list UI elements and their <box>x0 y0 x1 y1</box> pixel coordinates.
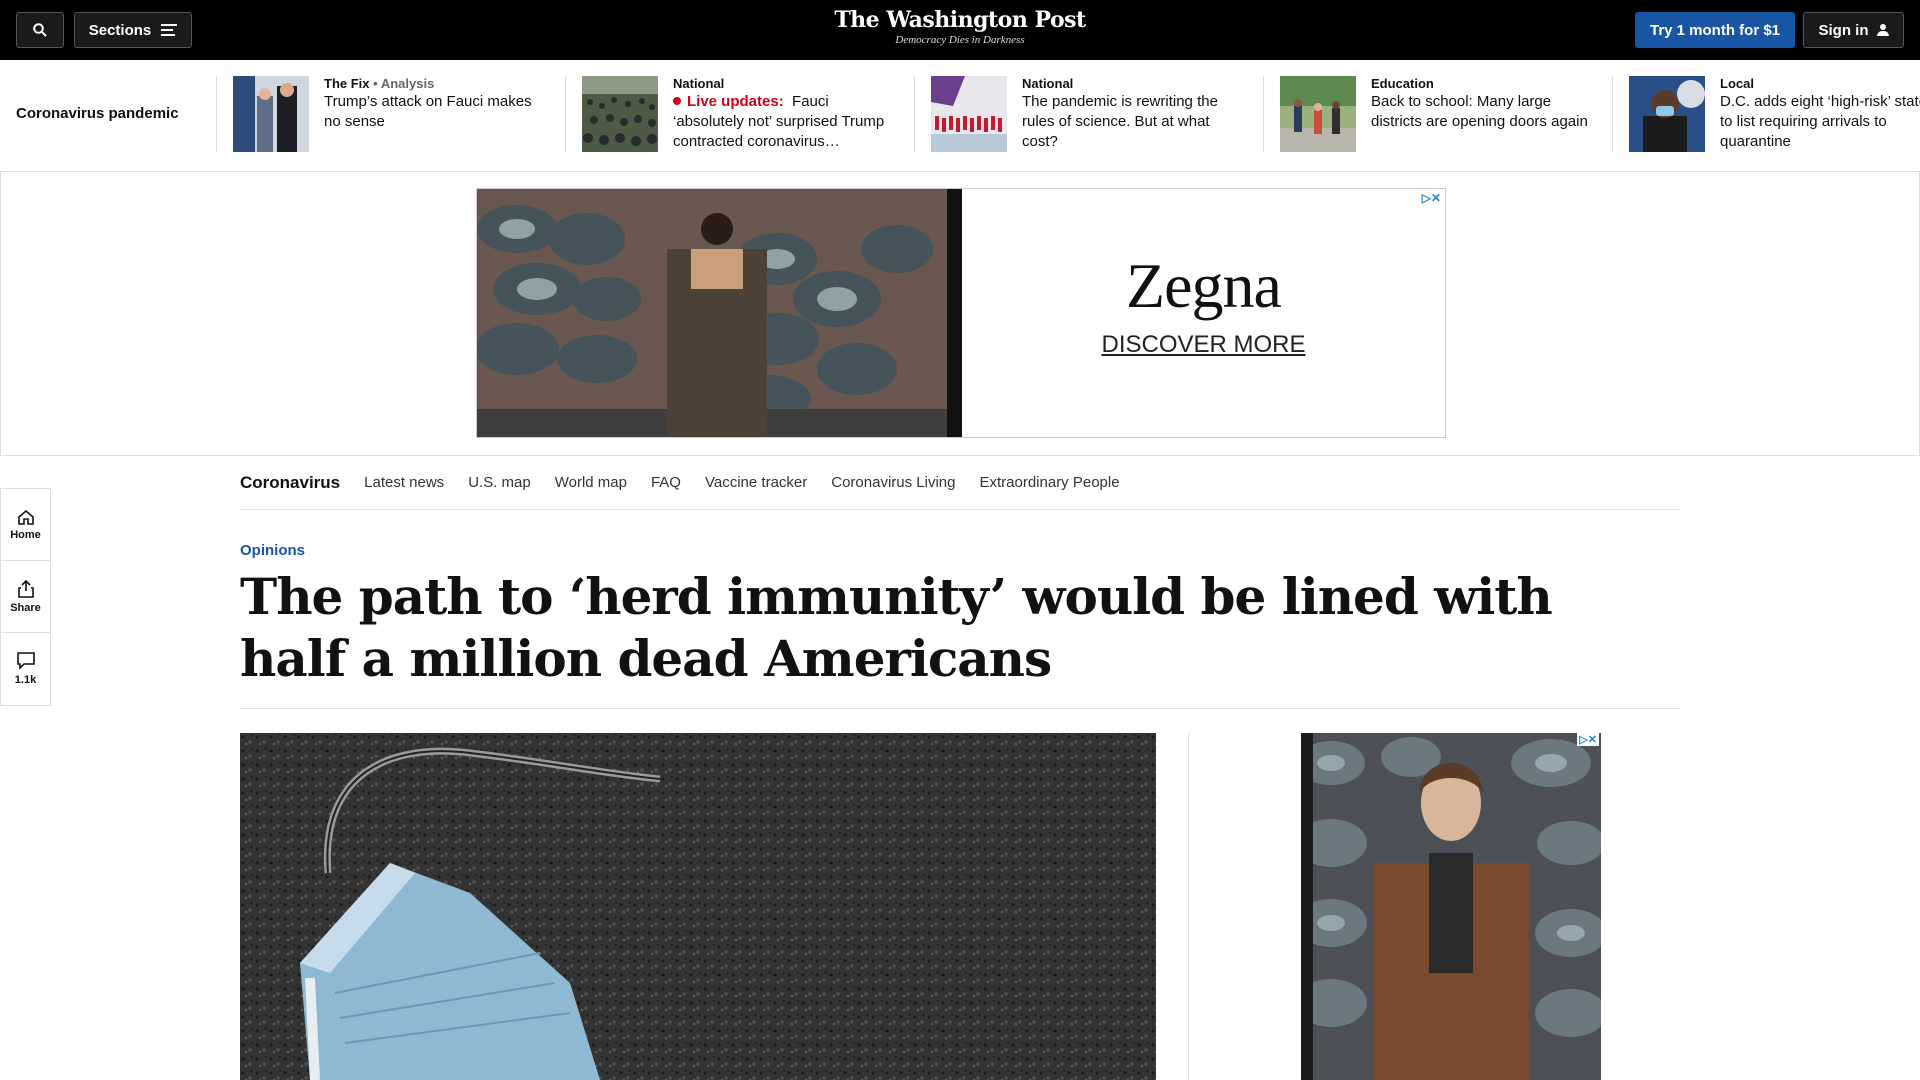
strip-headline[interactable]: The pandemic is rewriting the rules of s… <box>1022 92 1244 152</box>
hero-image <box>240 733 1156 1080</box>
ad-banner: Zegna DISCOVER MORE ▷✕ <box>0 172 1920 456</box>
strip-analysis-label: • Analysis <box>373 76 435 91</box>
column-divider <box>1188 733 1189 1080</box>
ad-image[interactable] <box>477 189 962 437</box>
strip-item[interactable]: National Live updates: Fauci ‘absolutely… <box>565 76 895 152</box>
search-button[interactable] <box>16 12 64 48</box>
sections-label: Sections <box>88 21 152 39</box>
section-nav-brand[interactable]: Coronavirus <box>240 473 340 493</box>
strip-headline[interactable]: Trump’s attack on Fauci makes no sense <box>324 92 546 132</box>
strip-kicker[interactable]: The Fix <box>324 76 370 91</box>
trending-strip: Coronavirus pandemic The Fix • Analysis … <box>0 60 1920 172</box>
ad-cta-link[interactable]: DISCOVER MORE <box>1101 331 1305 359</box>
comment-icon <box>16 652 35 670</box>
strip-kicker[interactable]: Education <box>1371 76 1593 92</box>
strip-headline[interactable]: D.C. adds eight ‘high-risk’ states to li… <box>1720 92 1920 152</box>
strip-kicker[interactable]: National <box>673 76 895 92</box>
top-bar: Sections The Washington Post Democracy D… <box>0 0 1920 60</box>
school-thumbnail[interactable] <box>1280 76 1356 152</box>
article-headline: The path to ‘herd immunity’ would be lin… <box>240 567 1553 688</box>
strip-item[interactable]: Local D.C. adds eight ‘high-risk’ states… <box>1612 76 1920 152</box>
ad-brand-name[interactable]: Zegna <box>962 249 1445 323</box>
comment-count: 1.1k <box>14 674 37 686</box>
lab-thumbnail[interactable] <box>931 76 1007 152</box>
share-button[interactable]: Share <box>1 561 50 633</box>
section-nav-link[interactable]: FAQ <box>651 474 681 491</box>
sections-button[interactable]: Sections <box>74 12 192 48</box>
strip-kicker[interactable]: Local <box>1720 76 1920 92</box>
side-ad-choices-icon[interactable]: ▷✕ <box>1577 733 1599 746</box>
masthead[interactable]: The Washington Post Democracy Dies in Da… <box>760 4 1160 46</box>
section-nav-link[interactable]: Coronavirus Living <box>831 474 955 491</box>
person-icon <box>1876 24 1889 36</box>
sign-in-button[interactable]: Sign in <box>1803 12 1904 48</box>
strip-title[interactable]: Coronavirus pandemic <box>16 105 179 122</box>
fauci-thumbnail[interactable] <box>233 76 309 152</box>
share-label: Share <box>10 601 41 614</box>
crowd-thumbnail[interactable] <box>582 76 658 152</box>
left-rail: Home Share 1.1k <box>0 488 51 706</box>
hamburger-icon <box>161 21 178 39</box>
section-nav-link[interactable]: World map <box>555 474 627 491</box>
ad-brand-panel[interactable]: Zegna DISCOVER MORE <box>962 189 1445 437</box>
share-icon <box>17 579 34 598</box>
sign-in-label: Sign in <box>1818 21 1869 39</box>
home-label: Home <box>10 528 41 541</box>
home-button[interactable]: Home <box>1 489 50 561</box>
side-ad[interactable]: ▷✕ <box>1301 733 1601 1080</box>
ad-box[interactable]: Zegna DISCOVER MORE ▷✕ <box>476 188 1446 438</box>
logo[interactable]: The Washington Post <box>760 4 1160 36</box>
strip-item[interactable]: The Fix • Analysis Trump’s attack on Fau… <box>216 76 546 152</box>
section-nav-link[interactable]: Extraordinary People <box>979 474 1119 491</box>
section-nav: Coronavirus Latest news U.S. map World m… <box>240 456 1680 510</box>
tagline: Democracy Dies in Darkness <box>895 34 1025 46</box>
comments-button[interactable]: 1.1k <box>1 633 50 705</box>
live-updates-label: Live updates: <box>687 93 784 110</box>
home-icon <box>17 509 34 525</box>
strip-kicker[interactable]: National <box>1022 76 1244 92</box>
mayor-thumbnail[interactable] <box>1629 76 1705 152</box>
article-kicker[interactable]: Opinions <box>240 542 305 559</box>
ad-choices-icon[interactable]: ▷✕ <box>1422 191 1441 205</box>
subscribe-button[interactable]: Try 1 month for $1 <box>1635 12 1795 48</box>
side-ad-image[interactable] <box>1301 733 1601 1080</box>
section-nav-link[interactable]: U.S. map <box>468 474 531 491</box>
strip-item[interactable]: Education Back to school: Many large dis… <box>1263 76 1593 152</box>
headline-divider <box>240 708 1680 709</box>
strip-item[interactable]: National The pandemic is rewriting the r… <box>914 76 1244 152</box>
section-nav-link[interactable]: Vaccine tracker <box>705 474 807 491</box>
strip-headline[interactable]: Back to school: Many large districts are… <box>1371 92 1593 132</box>
section-nav-link[interactable]: Latest news <box>364 474 444 491</box>
search-icon <box>33 23 47 37</box>
live-dot-icon <box>673 97 681 105</box>
